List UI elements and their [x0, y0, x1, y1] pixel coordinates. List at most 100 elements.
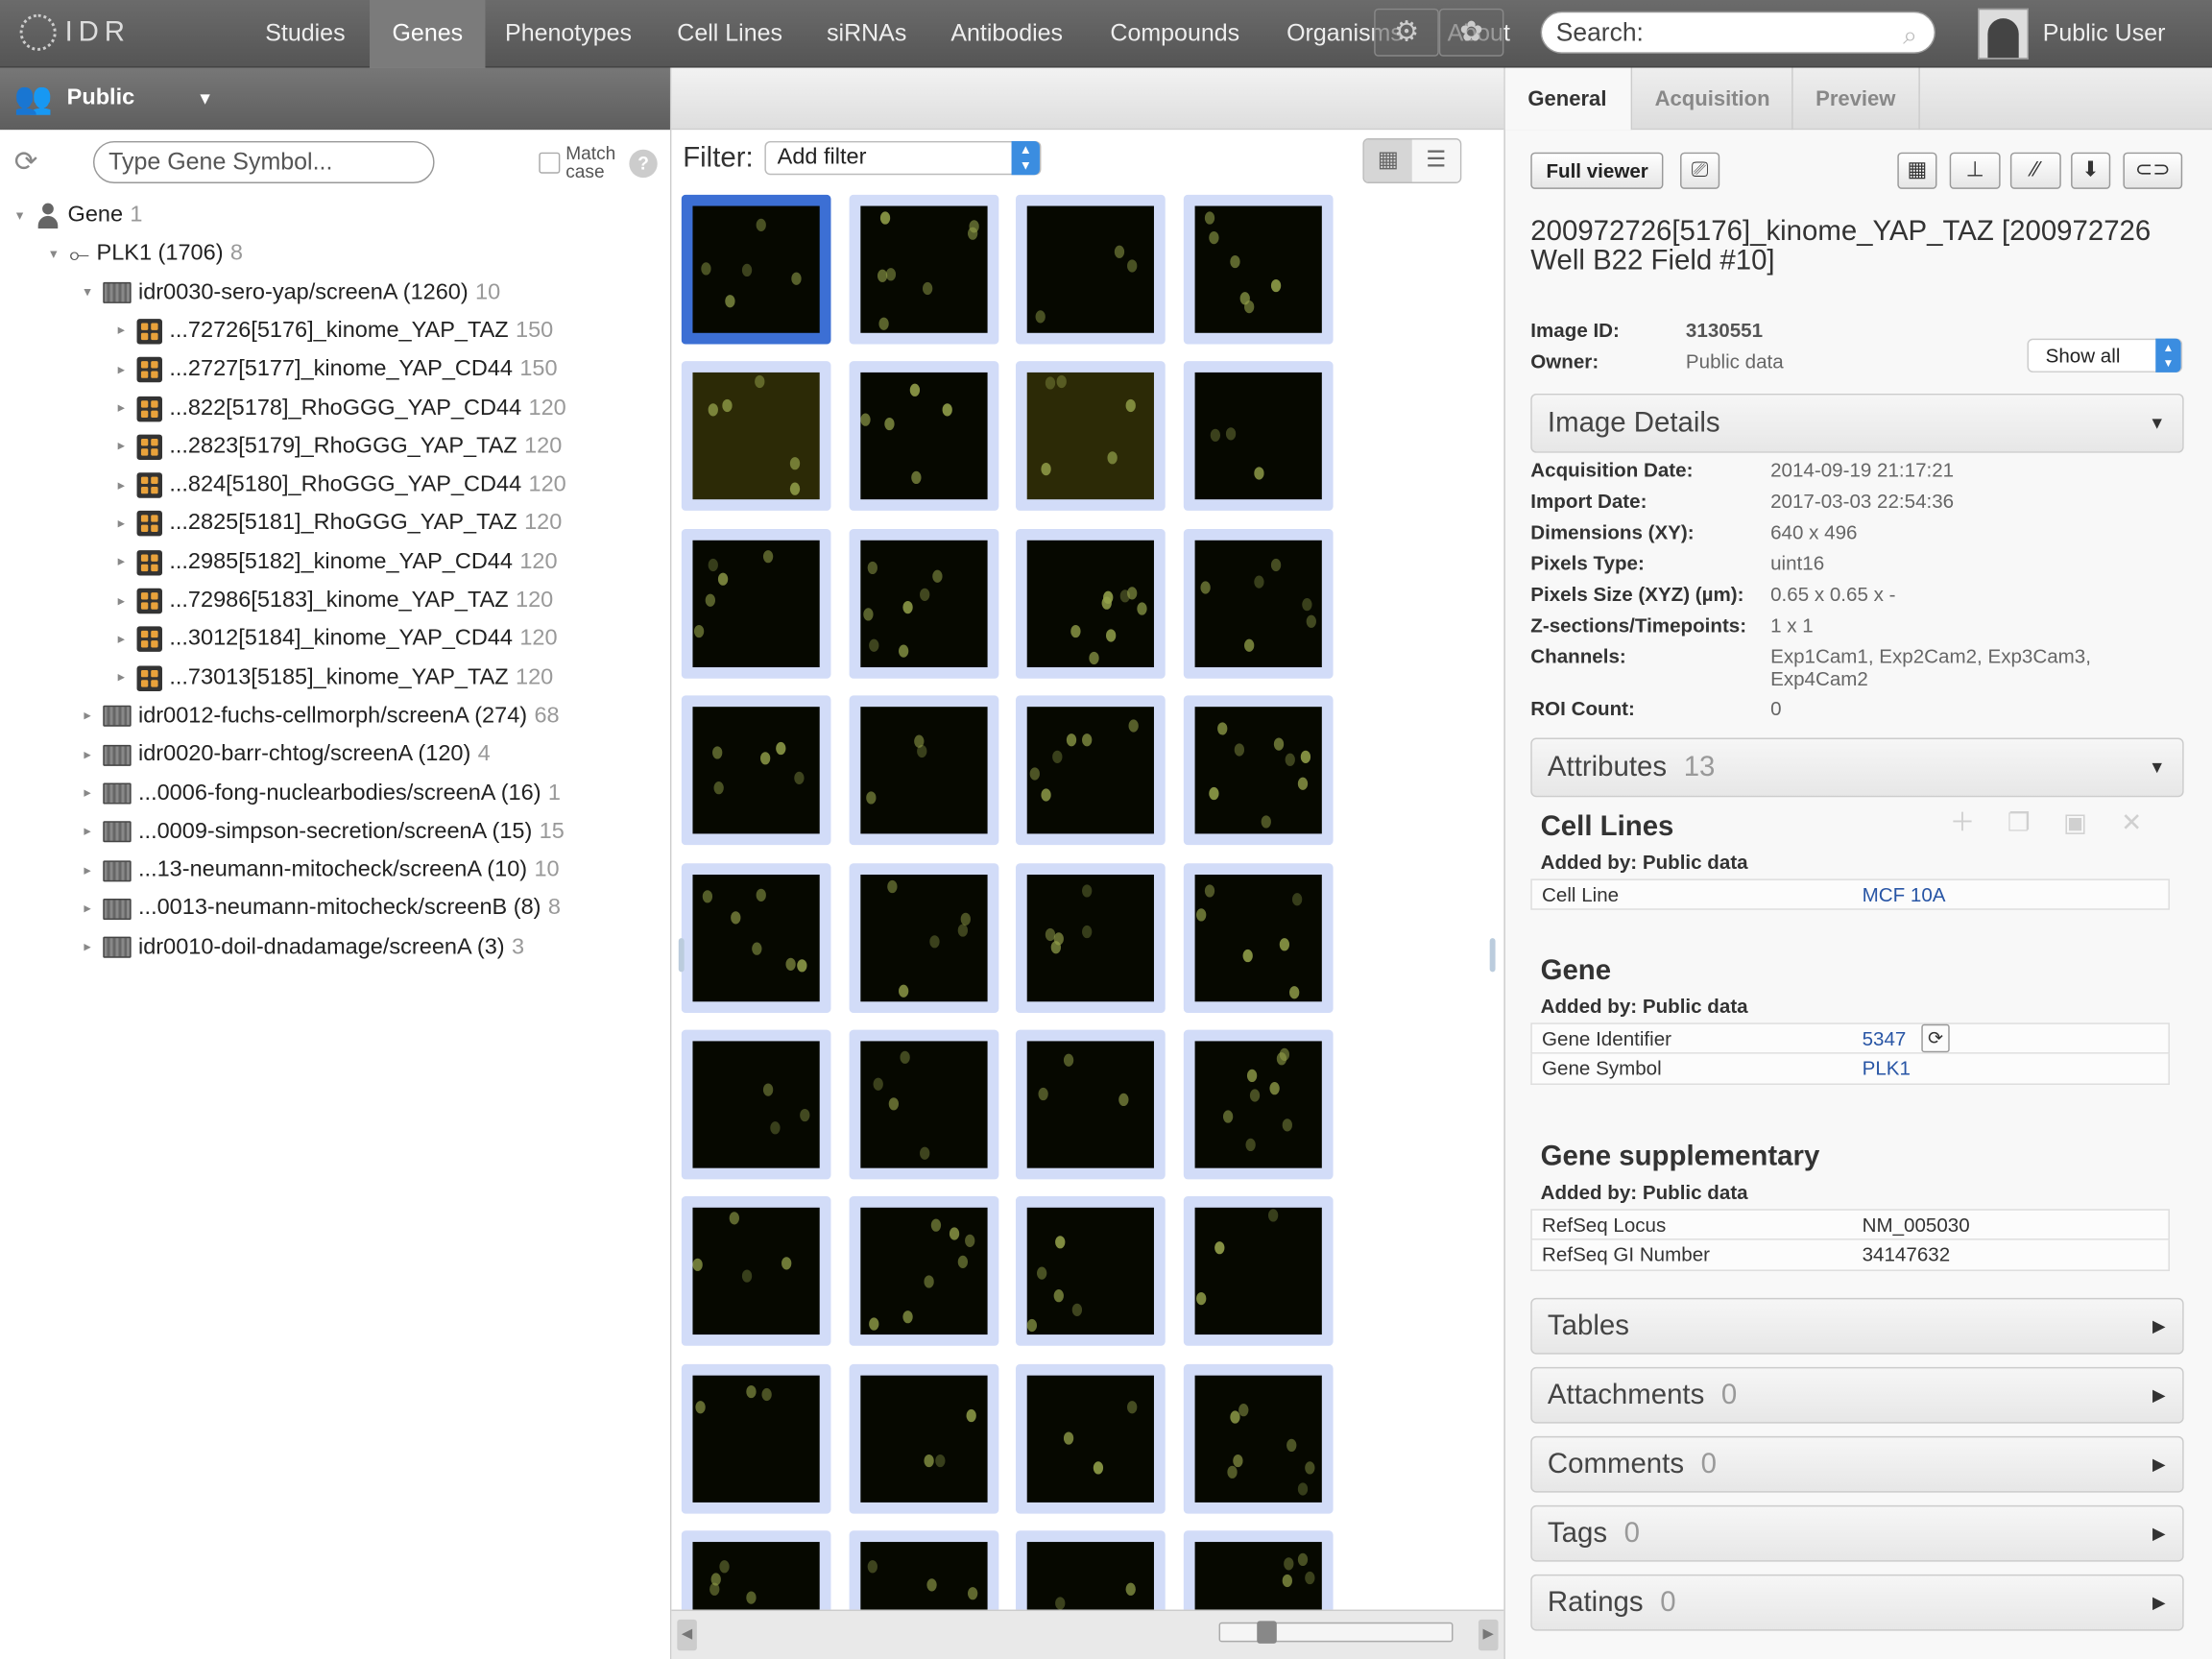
tree-node[interactable]: ▸ ...0013-neumann-mitocheck/screenB (8) 8 — [79, 891, 560, 927]
expand-toggle-closed-icon[interactable]: ▸ — [113, 632, 131, 647]
nav-antibodies[interactable]: Antibodies — [928, 0, 1086, 68]
nav-phenotypes[interactable]: Phenotypes — [483, 0, 655, 68]
tree-node[interactable]: ▸ ...72726[5176]_kinome_YAP_TAZ 150 — [113, 313, 553, 349]
image-thumbnail[interactable] — [1183, 1029, 1333, 1180]
expand-toggle-closed-icon[interactable]: ▸ — [113, 670, 131, 685]
image-thumbnail[interactable] — [848, 528, 998, 679]
tab-preview[interactable]: Preview — [1793, 67, 1920, 131]
attributes-header[interactable]: Attributes 13 ▼ — [1530, 737, 2184, 798]
image-thumbnail[interactable] — [1183, 695, 1333, 846]
image-thumbnail[interactable] — [681, 1530, 831, 1610]
expand-toggle-open-icon[interactable]: ▾ — [45, 247, 62, 262]
expand-toggle-closed-icon[interactable]: ▸ — [79, 709, 96, 724]
tree-node[interactable]: ▸ ...72986[5183]_kinome_YAP_TAZ 120 — [113, 583, 553, 619]
tree-node[interactable]: ▸ ...824[5180]_RhoGGG_YAP_CD44 120 — [113, 468, 566, 504]
image-thumbnail[interactable] — [848, 862, 998, 1013]
image-thumbnail[interactable] — [1183, 1196, 1333, 1347]
expand-toggle-closed-icon[interactable]: ▸ — [79, 902, 96, 917]
image-thumbnail[interactable] — [681, 1363, 831, 1514]
section-tables-header[interactable]: Tables ▶ — [1530, 1297, 2184, 1355]
image-thumbnail[interactable] — [1183, 194, 1333, 345]
copy-icon[interactable]: ❐ — [1999, 805, 2038, 841]
image-thumbnail[interactable] — [1015, 1530, 1166, 1610]
filter-select[interactable]: Add filter ▲ ▼ — [764, 140, 1042, 176]
collapse-right-icon[interactable]: ▶ — [1478, 1619, 1499, 1651]
image-thumbnail[interactable] — [1015, 194, 1166, 345]
settings-icon[interactable]: ⚙ — [1374, 8, 1439, 57]
tree-node[interactable]: ▾ idr0030-sero-yap/screenA (1260) 10 — [79, 275, 500, 311]
gene-search-input[interactable]: Type Gene Symbol... — [92, 140, 435, 184]
image-thumbnail[interactable] — [1183, 1363, 1333, 1514]
expand-toggle-open-icon[interactable]: ▾ — [12, 208, 29, 224]
grid-icon[interactable]: ▦ — [1897, 152, 1937, 189]
image-thumbnail[interactable] — [681, 695, 831, 846]
tree-node[interactable]: ▸ ...2825[5181]_RhoGGG_YAP_TAZ 120 — [113, 506, 562, 542]
image-thumbnail[interactable] — [681, 1196, 831, 1347]
image-thumbnail[interactable] — [1183, 1530, 1333, 1610]
section-ratings-header[interactable]: Ratings 0 ▶ — [1530, 1574, 2184, 1631]
image-thumbnail[interactable] — [848, 695, 998, 846]
expand-toggle-closed-icon[interactable]: ▸ — [113, 517, 131, 532]
tree-node[interactable]: ▸ ...0009-simpson-secretion/screenA (15) 1… — [79, 814, 564, 851]
section-tags-header[interactable]: Tags 0 ▶ — [1530, 1504, 2184, 1562]
tree-node[interactable]: ▸ ...13-neumann-mitocheck/screenA (10) 10 — [79, 853, 559, 889]
tree-node[interactable]: ▸ ...73013[5185]_kinome_YAP_TAZ 120 — [113, 660, 553, 696]
image-thumbnail[interactable] — [681, 862, 831, 1013]
hierarchy-icon[interactable]: ⊥ — [1949, 152, 2001, 189]
nav-sirnas[interactable]: siRNAs — [805, 0, 929, 68]
right-splitter-handle[interactable] — [1489, 938, 1496, 973]
list-view-icon[interactable]: ☰ — [1411, 139, 1460, 182]
nav-genes[interactable]: Genes — [369, 0, 486, 68]
add-icon[interactable]: ＋ — [1942, 805, 1982, 841]
help-icon[interactable]: ? — [629, 149, 658, 179]
tab-acquisition[interactable]: Acquisition — [1632, 67, 1793, 131]
annotation-value[interactable]: MCF 10A — [1863, 880, 1946, 910]
expand-toggle-closed-icon[interactable]: ▸ — [113, 593, 131, 609]
expand-toggle-open-icon[interactable]: ▾ — [79, 285, 96, 301]
image-thumbnail[interactable] — [681, 1029, 831, 1180]
image-thumbnail[interactable] — [848, 1196, 998, 1347]
download-icon[interactable]: ⬇ — [2071, 152, 2111, 189]
expand-toggle-closed-icon[interactable]: ▸ — [113, 478, 131, 493]
image-thumbnail[interactable] — [681, 361, 831, 512]
image-thumbnail[interactable] — [1183, 528, 1333, 679]
annotation-value[interactable]: 5347 — [1863, 1024, 1907, 1054]
image-thumbnail[interactable] — [681, 528, 831, 679]
zoom-slider-knob[interactable] — [1257, 1621, 1277, 1644]
image-thumbnail[interactable] — [1015, 1196, 1166, 1347]
expand-toggle-closed-icon[interactable]: ▸ — [113, 324, 131, 339]
tree-node[interactable]: ▸ idr0012-fuchs-cellmorph/screenA (274) 68 — [79, 698, 559, 734]
section-comments-header[interactable]: Comments 0 ▶ — [1530, 1435, 2184, 1493]
section-attachments-header[interactable]: Attachments 0 ▶ — [1530, 1366, 2184, 1424]
thumbnail-zoom-slider[interactable] — [1218, 1621, 1454, 1644]
expand-toggle-closed-icon[interactable]: ▸ — [79, 825, 96, 840]
idr-logo[interactable]: IDR — [19, 13, 131, 51]
image-thumbnail[interactable] — [1183, 862, 1333, 1013]
delete-icon[interactable]: ✕ — [2112, 805, 2152, 841]
expand-toggle-closed-icon[interactable]: ▸ — [113, 400, 131, 416]
nav-studies[interactable]: Studies — [243, 0, 368, 68]
image-thumbnail[interactable] — [1183, 361, 1333, 512]
match-case-checkbox[interactable] — [539, 151, 561, 174]
left-splitter-handle[interactable] — [678, 938, 685, 973]
tree-node[interactable]: ▸ ...2727[5177]_kinome_YAP_CD44 150 — [113, 351, 558, 388]
expand-toggle-closed-icon[interactable]: ▸ — [79, 863, 96, 878]
show-all-select[interactable]: Show all ▲ ▼ — [2027, 338, 2183, 373]
expand-toggle-closed-icon[interactable]: ▸ — [113, 555, 131, 570]
external-link-icon[interactable]: ⟳ — [1921, 1023, 1950, 1053]
image-thumbnail[interactable] — [848, 194, 998, 345]
nav-cell-lines[interactable]: Cell Lines — [655, 0, 805, 68]
tree-node[interactable]: ▸ ...3012[5184]_kinome_YAP_CD44 120 — [113, 621, 558, 658]
expand-toggle-closed-icon[interactable]: ▸ — [79, 747, 96, 762]
image-thumbnail[interactable] — [848, 1530, 998, 1610]
tree-node[interactable]: ▸ ...0006-fong-nuclearbodies/screenA (16)… — [79, 775, 561, 811]
full-viewer-button[interactable]: Full viewer — [1530, 152, 1664, 189]
tree-node[interactable]: ▾ ⟜ PLK1 (1706) 8 — [45, 236, 243, 273]
tab-general[interactable]: General — [1504, 67, 1633, 131]
user-menu[interactable]: Public User — [1978, 8, 2165, 60]
tree-node[interactable]: ▾ Gene 1 — [12, 198, 142, 234]
expand-toggle-closed-icon[interactable]: ▸ — [113, 362, 131, 377]
tree-node[interactable]: ▸ ...2823[5179]_RhoGGG_YAP_TAZ 120 — [113, 428, 562, 465]
refresh-icon[interactable]: ⟳ — [14, 144, 38, 180]
image-thumbnail[interactable] — [1015, 361, 1166, 512]
